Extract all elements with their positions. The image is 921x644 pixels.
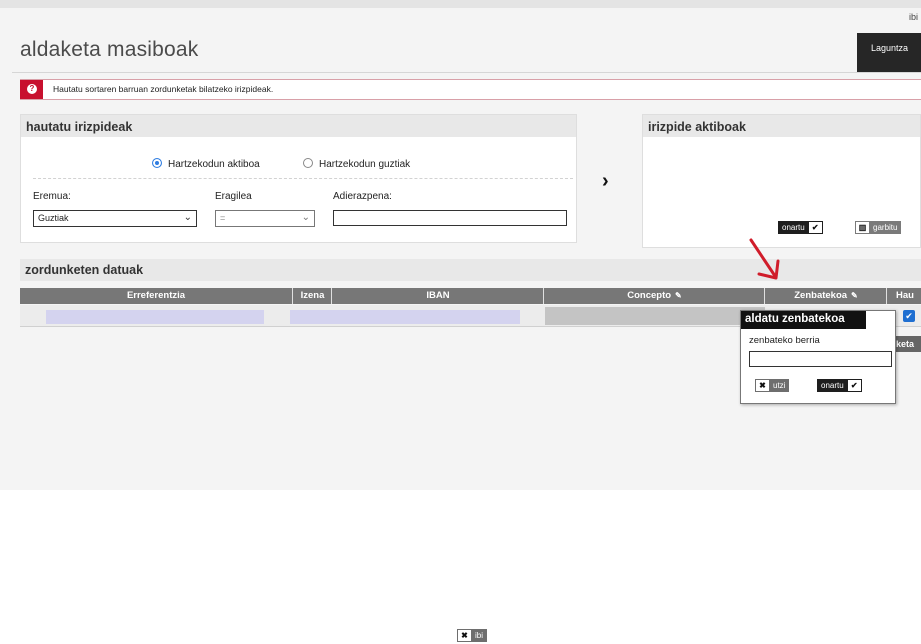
table-header: Erreferentzia Izena IBAN Concepto ✎ Zenba… (20, 288, 921, 304)
radio-selected-icon (152, 158, 162, 168)
divider (12, 72, 921, 73)
column-reference[interactable]: Erreferentzia (20, 288, 293, 304)
chevron-down-icon: ⌄ (301, 212, 310, 223)
alert-text: Hautatu sortaren barruan zordunketak bil… (53, 84, 274, 94)
accept-criteria-label: onartu (782, 223, 805, 232)
column-concept[interactable]: Concepto ✎ (545, 288, 765, 304)
app-window: ibi aldaketa masiboak Laguntza ? Hautatu… (0, 0, 921, 644)
top-link[interactable]: ibi (909, 12, 918, 22)
column-iban[interactable]: IBAN (333, 288, 544, 304)
scope-select-value: Guztiak (38, 213, 69, 223)
column-status-label: Hau (896, 290, 914, 301)
operator-select-value: = (220, 213, 226, 223)
expression-input[interactable] (333, 210, 567, 226)
radio-active-creditors[interactable]: Hartzekodun aktiboa (152, 158, 260, 170)
accept-criteria-button[interactable]: onartu ✔ (778, 221, 823, 234)
column-concept-label: Concepto (627, 290, 672, 301)
accept-amount-button[interactable]: onartu ✔ (817, 379, 862, 392)
accept-amount-label: onartu (821, 381, 844, 390)
popup-title: aldatu zenbatekoa (741, 311, 866, 329)
clear-criteria-label: garbitu (873, 223, 898, 232)
operator-label: Eragilea (215, 191, 252, 202)
radio-active-label: Hartzekodun aktiboa (168, 159, 260, 170)
data-section-title: zordunketen datuak (20, 259, 921, 281)
chevron-down-icon: ⌄ (183, 212, 192, 223)
edit-icon[interactable]: ✎ (675, 291, 682, 300)
scope-label: Eremua: (33, 191, 71, 202)
criteria-panel: hautatu irizpideak Hartzekodun aktiboa H… (20, 114, 577, 243)
column-name[interactable]: Izena (294, 288, 332, 304)
top-bar (0, 0, 921, 8)
radio-all-creditors[interactable]: Hartzekodun guztiak (303, 158, 410, 170)
apply-criteria-arrow-icon[interactable]: › (602, 170, 609, 193)
column-amount-label: Zenbatekoa (794, 290, 848, 301)
column-reference-label: Erreferentzia (126, 290, 186, 301)
bottom-close-label: ibi (475, 631, 484, 640)
column-amount[interactable]: Zenbatekoa ✎ (766, 288, 887, 304)
cancel-button[interactable]: ✖ utzi (755, 379, 790, 392)
active-criteria-panel: irizpide aktiboak onartu ✔ ▥ garbitu (642, 114, 921, 248)
new-amount-input[interactable] (749, 351, 892, 367)
page-title: aldaketa masiboak (20, 38, 199, 61)
bottom-close-button[interactable]: ✖ ibi (457, 629, 488, 642)
check-icon: ✔ (847, 380, 861, 391)
edit-amount-popup: aldatu zenbatekoa zenbateko berria ✖ utzi… (740, 310, 896, 404)
dashed-divider (33, 178, 573, 179)
alert-banner: ? Hautatu sortaren barruan zordunketak b… (20, 79, 921, 100)
expression-label: Adierazpena: (333, 191, 392, 202)
column-iban-label: IBAN (426, 290, 450, 301)
column-status[interactable]: Hau (888, 288, 921, 304)
reference-cell (46, 310, 264, 324)
radio-unselected-icon (303, 158, 313, 168)
criteria-panel-title: hautatu irizpideak (21, 115, 576, 137)
close-icon: ✖ (756, 380, 769, 391)
exclamation-icon: ? (27, 84, 37, 94)
active-criteria-title: irizpide aktiboak (643, 115, 920, 137)
clear-criteria-button[interactable]: ▥ garbitu (855, 221, 902, 234)
edit-icon[interactable]: ✎ (851, 291, 858, 300)
scope-select[interactable]: Guztiak ⌄ (33, 210, 197, 227)
trash-icon: ▥ (856, 222, 869, 233)
operator-select[interactable]: = ⌄ (215, 210, 315, 227)
radio-all-label: Hartzekodun guztiak (319, 159, 411, 170)
column-name-label: Izena (300, 290, 325, 301)
check-icon: ✔ (808, 222, 822, 233)
new-amount-label: zenbateko berria (749, 335, 820, 346)
help-button[interactable]: Laguntza (857, 33, 921, 73)
annotation-arrow-icon (749, 238, 780, 280)
close-icon: ✖ (458, 630, 471, 641)
alert-badge: ? (20, 80, 43, 99)
name-cell (290, 310, 520, 324)
cancel-label: utzi (773, 381, 786, 390)
concept-cell (545, 307, 765, 325)
row-select-checkbox[interactable]: ✔ (903, 310, 915, 322)
